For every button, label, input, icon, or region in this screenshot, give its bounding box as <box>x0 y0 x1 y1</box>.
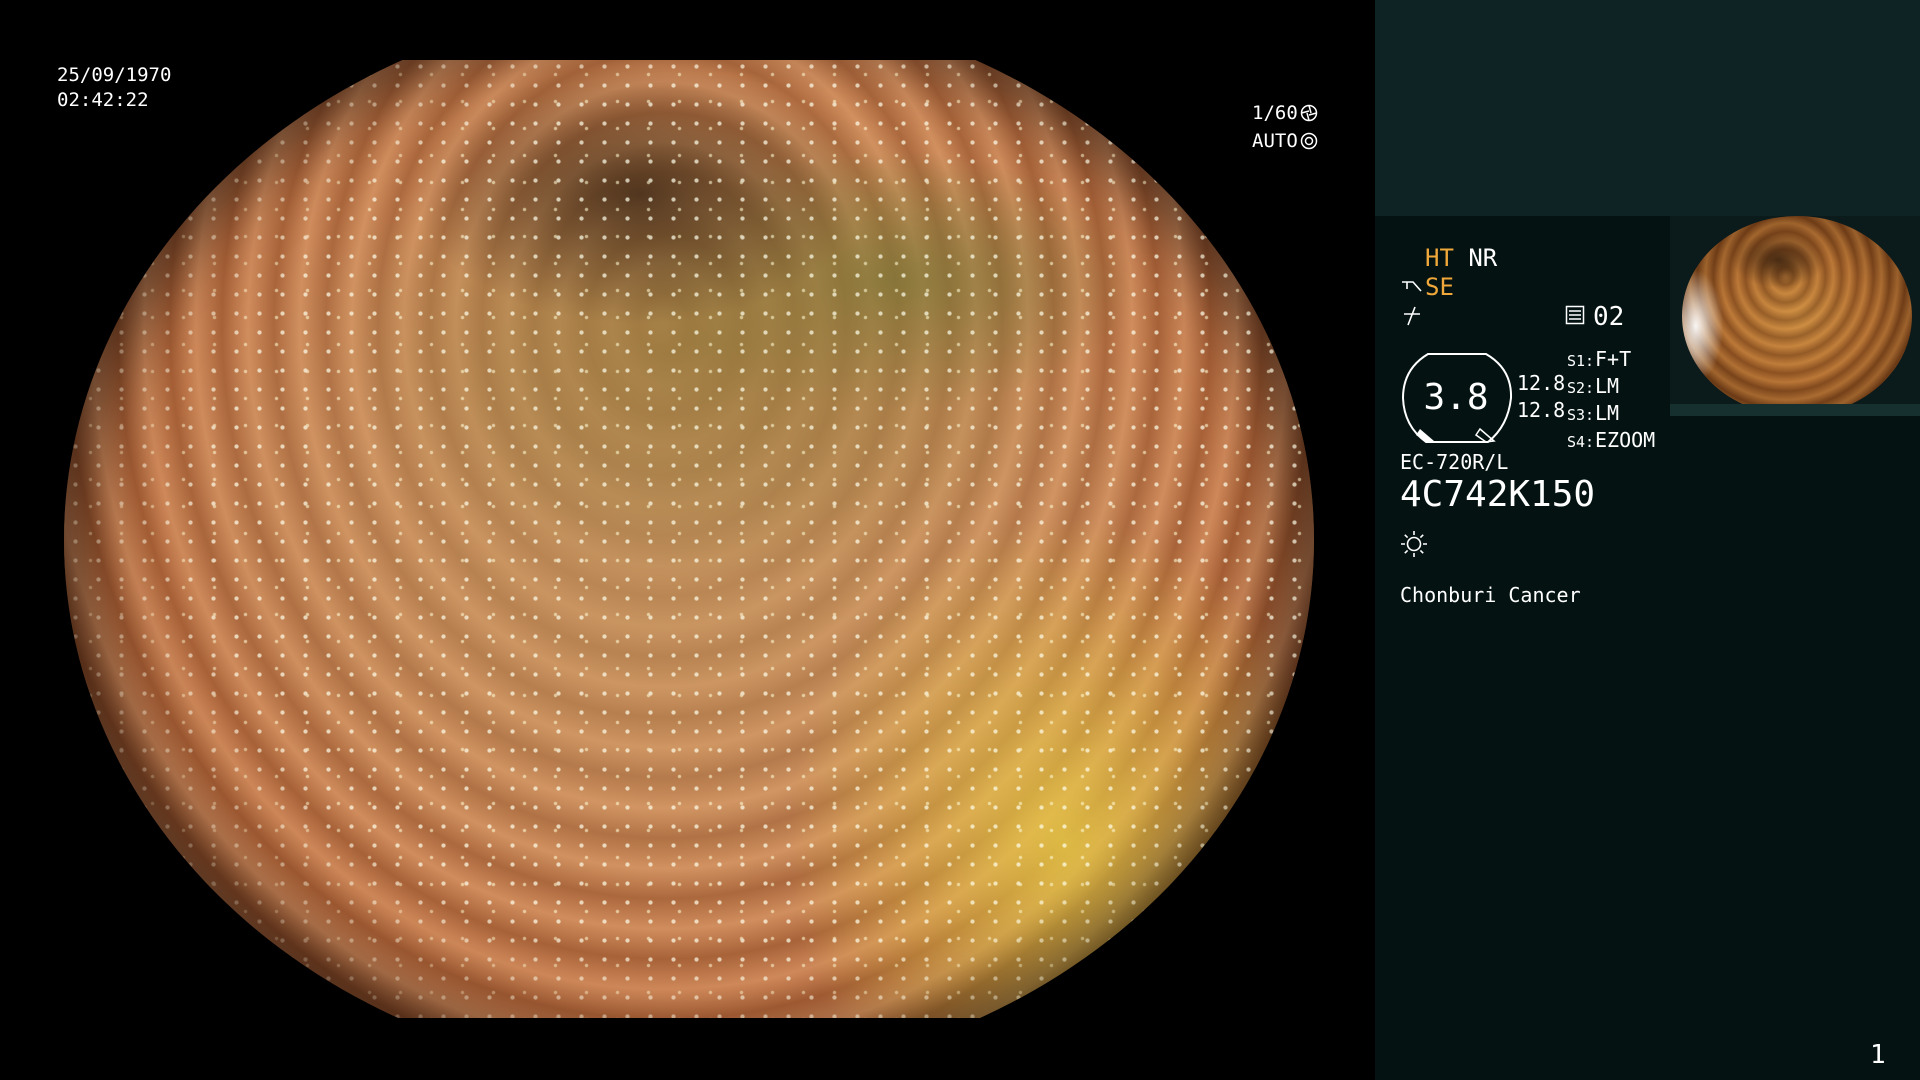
scope-tip-icon <box>1401 273 1423 301</box>
iris-row: AUTO <box>1252 127 1318 155</box>
scope-model: EC-720R/L <box>1400 450 1509 474</box>
page-number: 1 <box>1870 1040 1886 1070</box>
switch-item: S3: LM <box>1567 401 1655 428</box>
time-label: 02:42:22 <box>57 89 149 111</box>
date-time: 25/09/1970 02:42:22 <box>57 63 171 113</box>
institution-name: Chonburi Cancer <box>1400 583 1581 607</box>
switch-key: S3: <box>1567 406 1595 424</box>
exposure-info: 1/60 AUTO <box>1252 99 1318 155</box>
gauge-value: 3.8 <box>1423 376 1489 418</box>
switch-item: S2: LM <box>1567 374 1655 401</box>
mode-nr: NR <box>1468 244 1498 272</box>
mode-se-row: SE <box>1401 273 1454 301</box>
info-panel: HT NR SE 3.8 12.8 12.8 02 S1: F+T S2: LM… <box>1375 0 1920 1080</box>
switch-value: LM <box>1595 374 1620 398</box>
iris-icon <box>1300 132 1318 150</box>
panel-header-area <box>1375 0 1920 216</box>
cf-icon <box>1565 302 1585 332</box>
mode-se: SE <box>1425 273 1454 301</box>
endoscope-view <box>64 60 1314 1018</box>
shutter-row: 1/60 <box>1252 99 1318 127</box>
switch-value: F+T <box>1595 347 1632 371</box>
insertion-gauge: 3.8 <box>1400 351 1514 449</box>
switch-key: S2: <box>1567 379 1595 397</box>
thumbnail-image <box>1682 216 1912 416</box>
switch-item: S4: EZOOM <box>1567 428 1655 455</box>
shutter-label: 1/60 <box>1252 102 1298 124</box>
mode-ht: HT <box>1425 244 1454 272</box>
switch-key: S1: <box>1567 352 1595 370</box>
cf-value: 02 <box>1593 302 1625 332</box>
brightness-icon <box>1400 530 1428 562</box>
endoscopy-screen: 25/09/1970 02:42:22 1/60 AUTO HT NR SE 3… <box>0 0 1920 1080</box>
switch-assignments: S1: F+T S2: LM S3: LM S4: EZOOM <box>1567 347 1655 455</box>
cf-row: 02 <box>1565 302 1624 332</box>
date-label: 25/09/1970 <box>57 64 172 86</box>
iris-label: AUTO <box>1252 130 1298 152</box>
endoscope-image-highlights <box>64 60 1314 1018</box>
mode-row: HT NR <box>1425 244 1497 272</box>
gauge-side-value: 12.8 <box>1517 371 1566 395</box>
scope-serial: 4C742K150 <box>1400 474 1596 515</box>
shutter-icon <box>1300 104 1318 122</box>
switch-key: S4: <box>1567 433 1595 451</box>
switch-value: EZOOM <box>1595 428 1656 452</box>
thumbnail-caption-bar <box>1670 404 1920 416</box>
signal-icon <box>1401 305 1423 331</box>
switch-value: LM <box>1595 401 1620 425</box>
switch-item: S1: F+T <box>1567 347 1655 374</box>
gauge-side-values: 12.8 12.8 <box>1517 370 1565 424</box>
captured-image-thumbnail[interactable] <box>1670 216 1920 416</box>
gauge-side-value: 12.8 <box>1517 398 1566 422</box>
